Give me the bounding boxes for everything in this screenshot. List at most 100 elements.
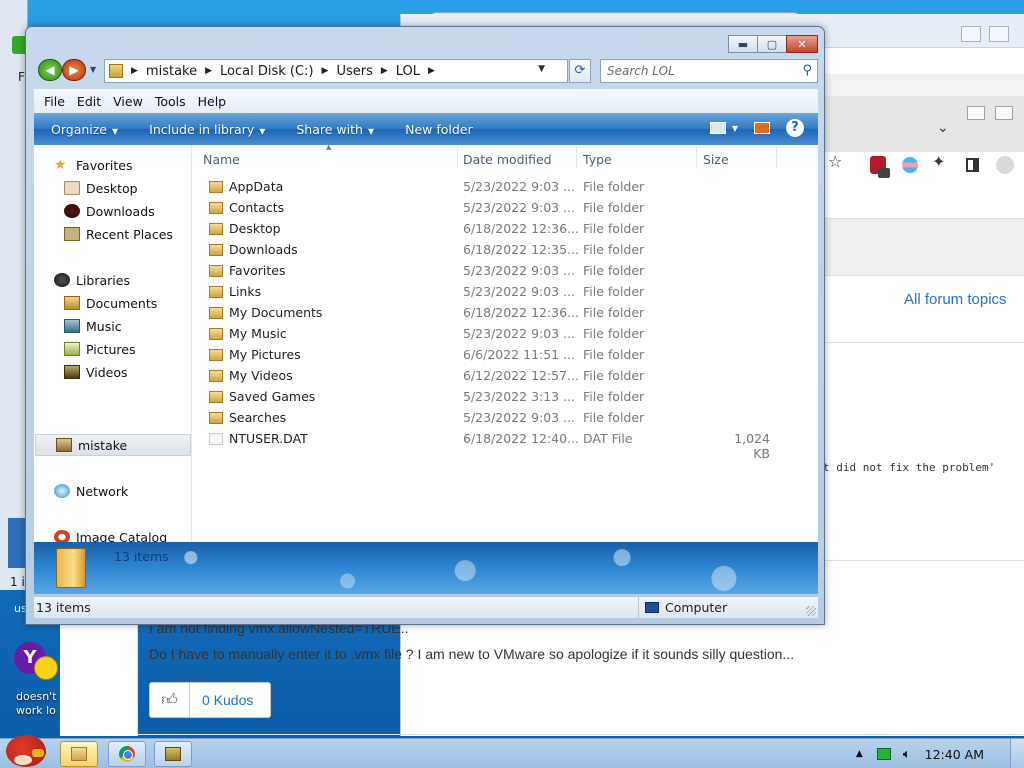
view-dropdown-icon[interactable]: ▼ [732,124,738,133]
thumbs-up-icon[interactable]: 👍︎ [150,683,190,717]
file-name[interactable]: My Videos [209,368,293,383]
clock[interactable]: 12:40 AM [925,747,984,762]
file-row[interactable]: Searches 5/23/2022 9:03 ... File folder [193,407,818,428]
kudos-button[interactable]: 👍︎ 0 Kudos [149,682,271,718]
volume-icon[interactable]: 🔈︎ [903,747,911,762]
nav-pictures[interactable]: Pictures [34,338,192,360]
side-panel-icon[interactable] [966,158,979,172]
extension-mask-icon[interactable] [902,157,918,173]
kudos-count[interactable]: 0 Kudos [190,692,253,708]
file-row[interactable]: Contacts 5/23/2022 9:03 ... File folder [193,197,818,218]
column-type[interactable]: Type [583,152,612,167]
recent-pages-dropdown[interactable]: ▼ [90,65,96,74]
nav-favorites[interactable]: ★ Favorites [34,154,192,176]
status-location: Computer [638,597,727,618]
show-hidden-icons-icon[interactable]: ▲ [856,749,863,759]
yahoo-icon-label[interactable]: doesn't work lo [16,690,60,718]
menu-help[interactable]: Help [198,94,227,109]
file-name[interactable]: Contacts [209,200,284,215]
file-name[interactable]: My Music [209,326,287,341]
browser-maximize-button[interactable] [989,26,1009,42]
yahoo-messenger-icon[interactable]: Y [14,642,58,686]
breadcrumb-users[interactable]: Users [336,64,372,79]
file-row[interactable]: My Pictures 6/6/2022 11:51 ... File folder [193,344,818,365]
close-button[interactable]: ✕ [786,35,818,53]
file-name[interactable]: Downloads [209,242,298,257]
nav-music[interactable]: Music [34,315,192,337]
nav-libraries[interactable]: Libraries [34,269,192,291]
taskbar-explorer-button[interactable] [60,741,98,767]
nav-documents[interactable]: Documents [34,292,192,314]
help-icon[interactable]: ? [786,119,804,137]
file-name[interactable]: My Pictures [209,347,301,362]
breadcrumb-local-disk[interactable]: Local Disk (C:) [220,64,313,79]
breadcrumb-lol[interactable]: LOL [396,64,420,79]
preview-pane-icon[interactable] [754,122,770,134]
file-row[interactable]: Links 5/23/2022 9:03 ... File folder [193,281,818,302]
inner-maximize-button[interactable] [995,106,1013,120]
file-row[interactable]: AppData 5/23/2022 9:03 ... File folder [193,176,818,197]
menu-edit[interactable]: Edit [77,94,101,109]
include-in-library-button[interactable]: Include in library ▼ [149,122,265,137]
file-name[interactable]: My Documents [209,305,322,320]
address-dropdown[interactable]: ▼ [538,64,545,74]
search-icon[interactable]: ⚲ [802,63,812,78]
all-forum-topics-link[interactable]: All forum topics [904,291,1007,308]
file-name[interactable]: AppData [209,179,283,194]
start-button[interactable] [2,731,54,768]
minimize-button[interactable]: ▬ [728,35,758,53]
file-row[interactable]: My Documents 6/18/2022 12:36... File folde… [193,302,818,323]
search-box[interactable]: ⚲ [600,59,818,83]
extensions-puzzle-icon[interactable]: ✦ [932,152,945,171]
show-desktop-button[interactable] [1010,739,1024,768]
file-name[interactable]: NTUSER.DAT [209,431,308,446]
share-with-button[interactable]: Share with ▼ [296,122,374,137]
navigation-pane: ★ Favorites Desktop Downloads Recent Plac… [34,145,192,545]
column-date-modified[interactable]: Date modified [463,152,552,167]
file-row[interactable]: Saved Games 5/23/2022 3:13 ... File folder [193,386,818,407]
profile-avatar-icon[interactable] [996,156,1014,174]
browser-inner-titlebar[interactable] [819,96,1024,152]
column-size[interactable]: Size [703,152,729,167]
file-row[interactable]: Desktop 6/18/2022 12:36... File folder [193,218,818,239]
nav-videos[interactable]: Videos [34,361,192,383]
nav-user-mistake[interactable]: mistake [35,434,191,456]
taskbar-chrome-button[interactable] [108,741,146,767]
file-row[interactable]: Downloads 6/18/2022 12:35... File folder [193,239,818,260]
file-row[interactable]: My Videos 6/12/2022 12:57... File folder [193,365,818,386]
column-name[interactable]: Name [203,152,240,167]
taskbar-vmware-button[interactable] [154,741,192,767]
file-name[interactable]: Desktop [209,221,281,236]
file-name[interactable]: Favorites [209,263,285,278]
menu-view[interactable]: View [113,94,143,109]
chevron-down-icon[interactable]: ⌄ [937,120,949,136]
file-row[interactable]: Favorites 5/23/2022 9:03 ... File folder [193,260,818,281]
nav-recent-places[interactable]: Recent Places [34,223,192,245]
file-name[interactable]: Searches [209,410,286,425]
forward-button[interactable]: ▶ [62,59,86,81]
file-row[interactable]: NTUSER.DAT 6/18/2022 12:40... DAT File 1,02… [193,428,818,461]
new-folder-button[interactable]: New folder [405,122,473,137]
back-button[interactable]: ◀ [38,59,62,81]
nav-desktop[interactable]: Desktop [34,177,192,199]
organize-button[interactable]: Organize ▼ [51,122,118,137]
bookmark-star-icon[interactable]: ☆ [828,152,842,171]
folder-icon [209,348,223,361]
menu-file[interactable]: File [44,94,65,109]
refresh-button[interactable]: ⟳ [569,59,591,83]
inner-minimize-button[interactable] [967,106,985,120]
address-bar[interactable]: ▶ mistake ▶ Local Disk (C:) ▶ Users ▶ LO… [104,59,591,83]
resize-grip[interactable] [806,606,816,616]
change-view-icon[interactable] [709,122,726,134]
search-input[interactable] [607,63,797,79]
file-name[interactable]: Saved Games [209,389,315,404]
breadcrumb-mistake[interactable]: mistake [146,64,197,79]
nav-network[interactable]: Network [34,480,192,502]
menu-tools[interactable]: Tools [155,94,186,109]
network-status-icon[interactable] [876,748,891,760]
browser-minimize-button[interactable] [961,26,981,42]
file-row[interactable]: My Music 5/23/2022 9:03 ... File folder [193,323,818,344]
file-name[interactable]: Links [209,284,261,299]
nav-downloads[interactable]: Downloads [34,200,192,222]
maximize-button[interactable]: ▢ [757,35,787,53]
